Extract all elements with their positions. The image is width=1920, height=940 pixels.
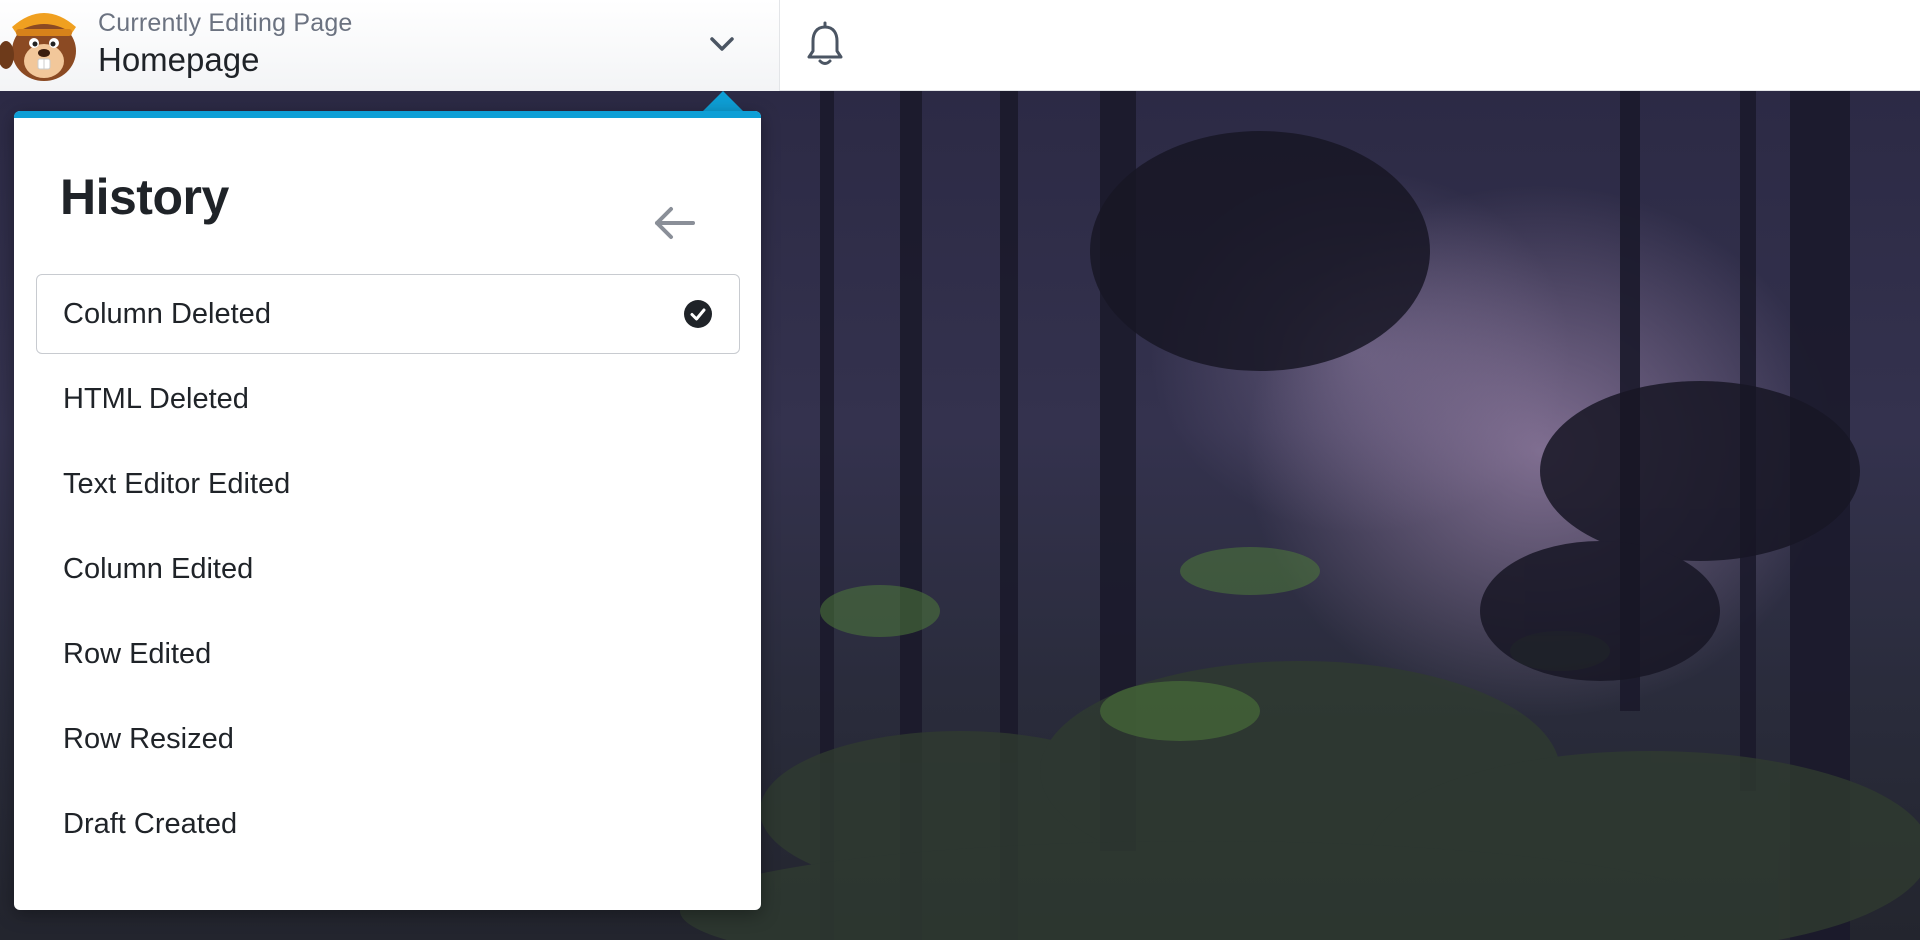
history-item-row-edited[interactable]: Row Edited — [36, 614, 740, 694]
history-item-column-deleted[interactable]: Column Deleted — [36, 274, 740, 354]
history-item-draft-created[interactable]: Draft Created — [36, 784, 740, 864]
history-item-label: Text Editor Edited — [63, 467, 291, 500]
panel-accent-bar — [14, 111, 761, 118]
check-circle-icon — [683, 299, 713, 329]
history-item-text-editor-edited[interactable]: Text Editor Edited — [36, 444, 740, 524]
history-item-column-edited[interactable]: Column Edited — [36, 529, 740, 609]
history-item-label: Row Resized — [63, 722, 234, 755]
history-list: Column Deleted HTML Deleted Text Editor … — [36, 274, 740, 869]
editing-label: Currently Editing Page — [98, 9, 353, 37]
history-panel: History Column Deleted HTML Deleted Text… — [14, 111, 761, 910]
history-item-label: Row Edited — [63, 637, 212, 670]
top-bar: Currently Editing Page Homepage — [0, 0, 1920, 91]
history-item-label: HTML Deleted — [63, 382, 249, 415]
bell-icon[interactable] — [803, 21, 847, 69]
history-item-row-resized[interactable]: Row Resized — [36, 699, 740, 779]
chevron-down-icon[interactable] — [704, 28, 740, 60]
panel-pointer — [701, 91, 745, 113]
panel-heading: History — [60, 169, 229, 225]
beaver-logo-icon — [0, 5, 84, 85]
page-title: Homepage — [98, 41, 260, 78]
history-item-label: Column Edited — [63, 552, 254, 585]
history-item-label: Column Deleted — [63, 297, 271, 330]
arrow-left-icon[interactable] — [649, 199, 701, 247]
history-item-label: Draft Created — [63, 807, 238, 840]
history-item-html-deleted[interactable]: HTML Deleted — [36, 359, 740, 439]
page-switcher-button[interactable]: Currently Editing Page Homepage — [0, 0, 780, 91]
